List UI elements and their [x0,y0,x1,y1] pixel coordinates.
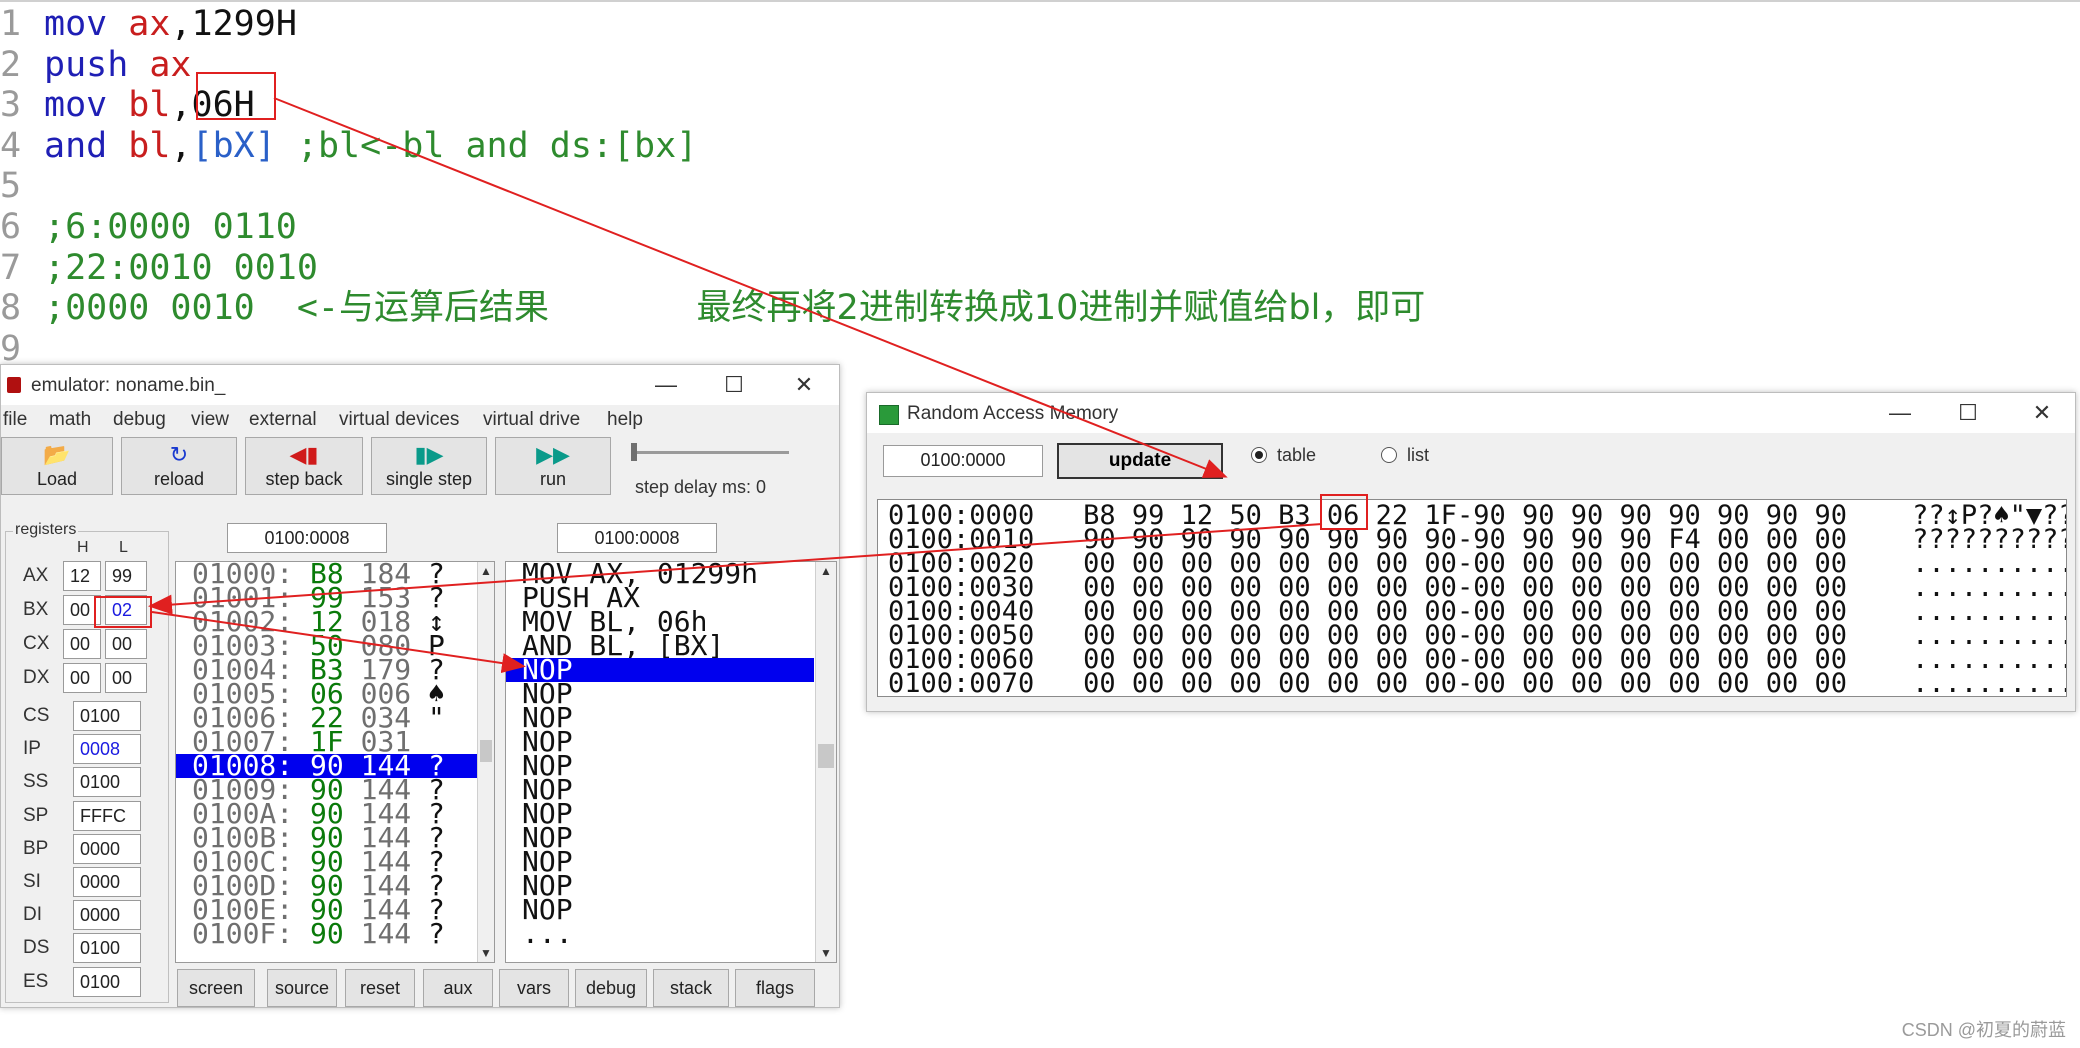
annotation-arrows [148,97,1323,674]
arrow-06h-to-ram [273,97,1228,478]
arrow-bl-to-nop [151,611,526,674]
arrow-ram-to-bl [148,523,1323,615]
watermark: CSDN @初夏的蔚蓝 [1901,1020,2066,1040]
